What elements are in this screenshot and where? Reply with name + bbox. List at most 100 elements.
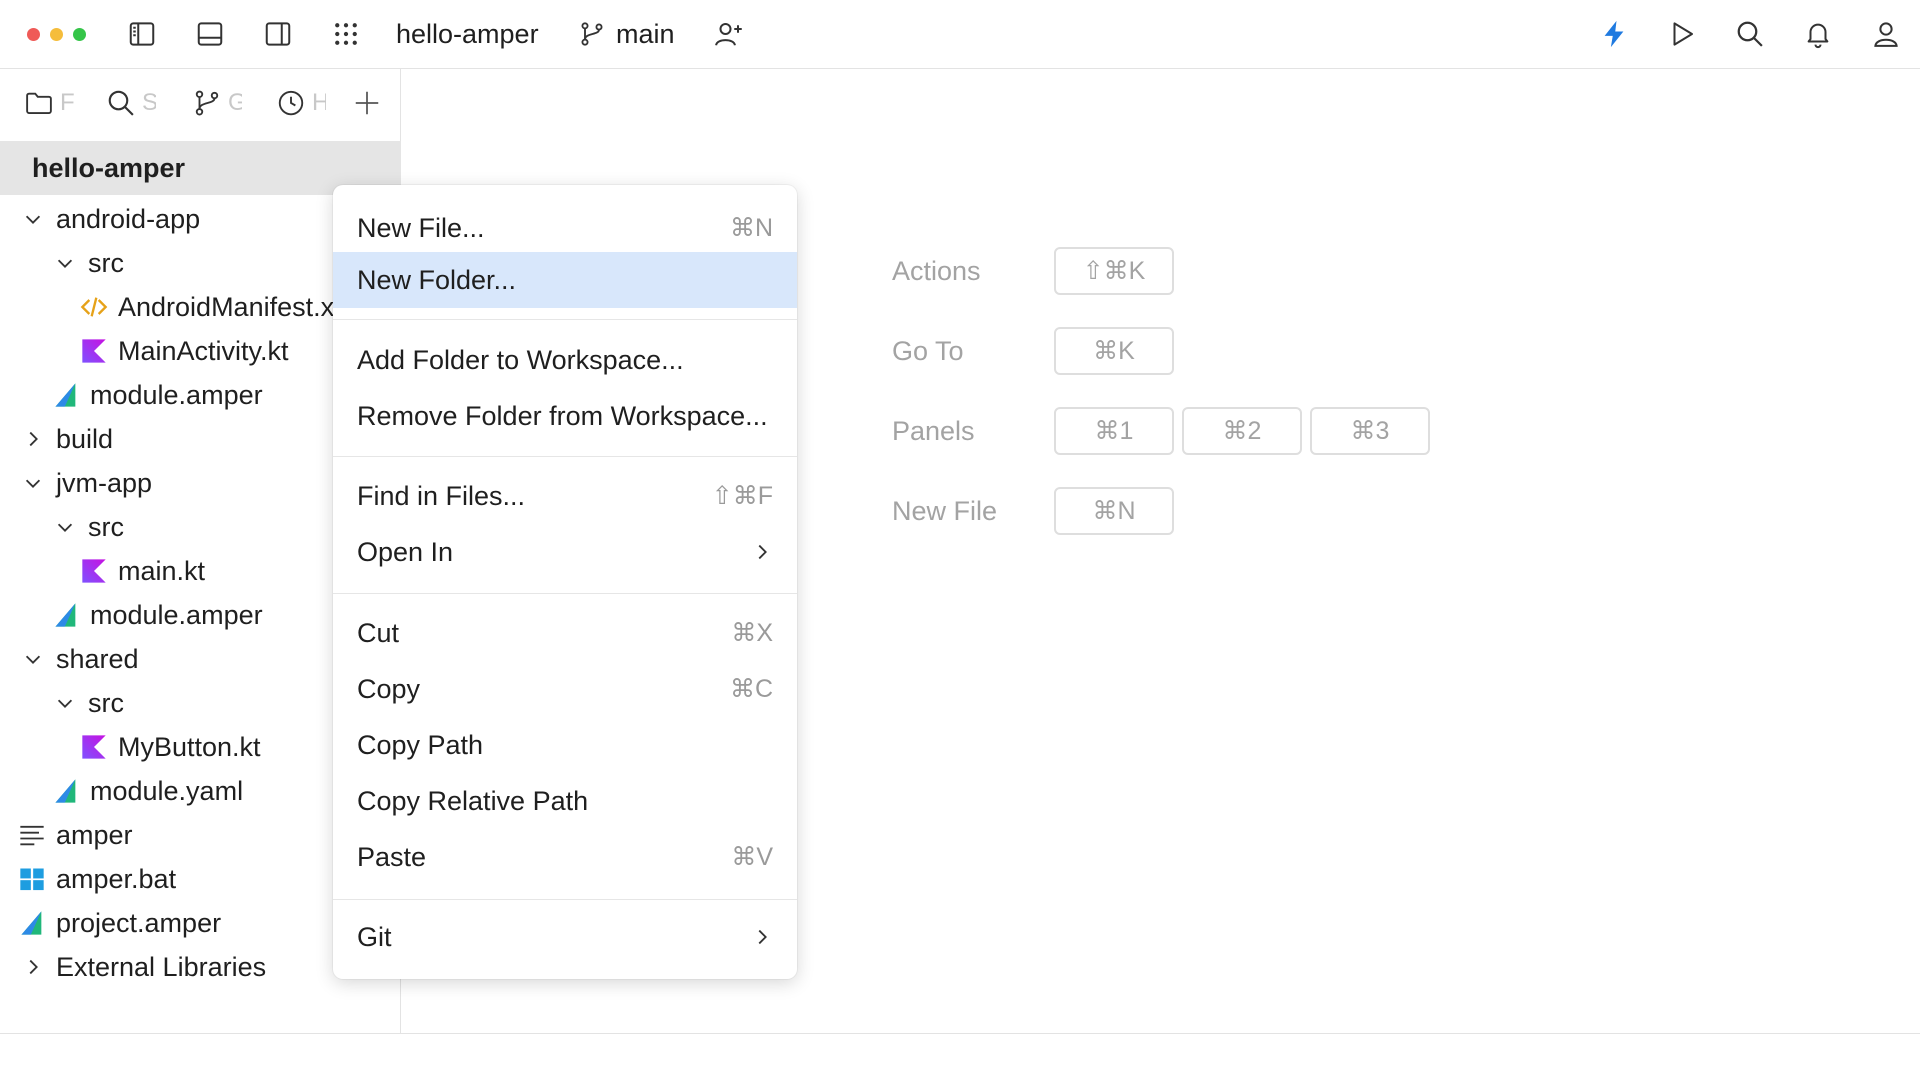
close-window-button[interactable] [27,28,40,41]
chevron-right-icon [29,431,38,447]
run-icon[interactable] [1664,16,1700,52]
search-icon [108,90,134,116]
menu-item-remove-folder-from-workspace[interactable]: Remove Folder from Workspace... [333,388,797,444]
tree-item-label: main.kt [118,555,206,586]
menu-item-label: Copy Path [357,729,484,760]
tree-item-label: AndroidManifest.xml [118,291,363,322]
chevron-right-icon [29,959,38,975]
tree-item-label: src [88,247,124,278]
branch-name: main [616,18,675,49]
kotlin-file-icon [82,735,106,759]
git-branch-icon [195,90,219,116]
xml-file-icon [80,297,108,317]
tab-history-label: H [312,89,326,116]
shortcut-key: ⌘K [1054,327,1174,375]
chevron-down-icon [25,215,41,224]
menu-separator [333,899,797,900]
tree-item-label: MainActivity.kt [118,335,289,366]
menu-item-label: Add Folder to Workspace... [357,344,684,375]
amper-file-icon [55,603,76,627]
menu-item-shortcut: ⇧⌘F [711,482,773,510]
shortcut-key: ⇧⌘K [1054,247,1174,295]
project-name[interactable]: hello-amper [396,16,539,52]
tree-item-label: module.yaml [90,775,244,806]
menu-item-label: Copy [357,673,421,704]
add-tab-button[interactable] [352,85,382,121]
toggle-left-panel-icon[interactable] [124,16,160,52]
amper-file-icon [55,383,76,407]
tab-git[interactable]: G [192,85,242,121]
tree-item-label: External Libraries [56,951,267,982]
windows-file-icon [20,868,44,891]
menu-item-label: Paste [357,841,427,872]
sidebar-tabs: F S G H [0,69,400,137]
shortcut-key: ⌘1 [1054,407,1174,455]
apps-grid-icon[interactable] [328,16,364,52]
chevron-right-icon [758,544,767,560]
tab-files[interactable]: F [24,85,74,121]
tree-item-label: android-app [56,203,201,234]
git-branch-icon [581,22,603,46]
shortcut-row-actions: Actions ⇧⌘K [892,247,1182,295]
menu-item-new-file[interactable]: New File... ⌘N [333,200,797,256]
tree-item-label: MyButton.kt [118,731,261,762]
clock-icon [278,90,304,116]
shortcut-key: ⌘N [1054,487,1174,535]
menu-item-find-in-files[interactable]: Find in Files... ⇧⌘F [333,468,797,524]
user-icon[interactable] [1868,16,1904,52]
tree-item-label: jvm-app [56,467,153,498]
menu-item-label: Open In [357,536,454,567]
tree-item-label: module.amper [90,599,263,630]
menu-item-label: Copy Relative Path [357,785,589,816]
tree-item-label: project.amper [56,907,222,938]
menu-item-copy[interactable]: Copy ⌘C [333,661,797,717]
lightning-icon[interactable] [1596,16,1632,52]
window-controls [27,28,86,41]
tree-item-label: src [88,511,124,542]
folder-icon [26,92,52,114]
tab-search[interactable]: S [106,85,156,121]
tree-item-label: module.amper [90,379,263,410]
menu-item-cut[interactable]: Cut ⌘X [333,605,797,661]
menu-item-shortcut: ⌘V [731,843,773,871]
shortcut-label: New File [892,495,998,526]
kotlin-file-icon [82,559,106,583]
shortcut-key: ⌘3 [1310,407,1430,455]
menu-item-label: New Folder... [357,264,517,295]
tree-item-label: src [88,687,124,718]
chevron-down-icon [57,259,73,268]
zoom-window-button[interactable] [73,28,86,41]
plus-icon [355,91,379,115]
amper-file-icon [21,911,42,935]
menu-item-label: Find in Files... [357,480,526,511]
menu-item-paste[interactable]: Paste ⌘V [333,829,797,885]
menu-item-copy-path[interactable]: Copy Path [333,717,797,773]
toggle-bottom-panel-icon[interactable] [192,16,228,52]
tab-search-label: S [142,89,156,116]
minimize-window-button[interactable] [50,28,63,41]
chevron-down-icon [25,655,41,664]
chevron-down-icon [25,479,41,488]
toggle-right-panel-icon[interactable] [260,16,296,52]
shortcut-row-panels: Panels ⌘1 ⌘2 ⌘3 [892,407,1438,455]
ide-window: hello-amper main F S G H hello-amper and… [0,0,1920,1080]
search-icon[interactable] [1732,16,1768,52]
tree-item-label: shared [56,643,139,674]
menu-separator [333,593,797,594]
add-user-icon[interactable] [710,16,746,52]
top-toolbar: hello-amper main [0,0,1920,69]
chevron-down-icon [57,523,73,532]
menu-item-open-in[interactable]: Open In [333,524,797,580]
menu-item-new-folder[interactable]: New Folder... [333,252,797,308]
menu-item-shortcut: ⌘C [729,675,773,703]
menu-item-label: Cut [357,617,400,648]
menu-item-copy-relative-path[interactable]: Copy Relative Path [333,773,797,829]
menu-item-git[interactable]: Git [333,909,797,965]
tab-history[interactable]: H [276,85,326,121]
branch-selector[interactable]: main [578,16,675,52]
bell-icon[interactable] [1800,16,1836,52]
shortcut-label: Actions [892,255,981,286]
menu-item-shortcut: ⌘X [731,619,773,647]
menu-item-shortcut: ⌘N [729,214,773,242]
menu-item-add-folder-to-workspace[interactable]: Add Folder to Workspace... [333,332,797,388]
